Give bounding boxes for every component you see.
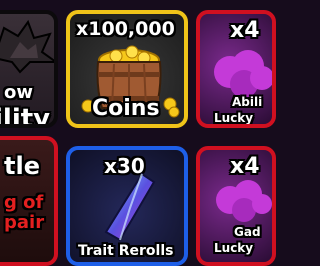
battle-tile[interactable]: tle g of pair: [0, 136, 58, 266]
ability-lucky-label-2: Lucky: [214, 111, 254, 125]
battle-subtitle-1: g of: [4, 192, 44, 213]
coins-label: Coins: [92, 96, 160, 121]
shadow-ability-title-2: ility: [0, 104, 51, 128]
gadget-lucky-label-2: Lucky: [214, 241, 254, 255]
battle-subtitle-2: pair: [4, 212, 45, 233]
bat-wing-icon: [0, 19, 54, 74]
trait-rerolls-tile[interactable]: x30 Trait Rerolls: [66, 146, 188, 266]
battle-title: tle: [4, 152, 40, 180]
coins-tile[interactable]: x100,000 Coins: [66, 10, 188, 128]
ability-lucky-tile[interactable]: x4 Abili Lucky: [196, 10, 276, 128]
ability-lucky-amount: x4: [230, 18, 260, 43]
shadow-ability-tile[interactable]: ow ility: [0, 10, 58, 128]
purple-blob-icon: [216, 180, 272, 222]
gadget-lucky-tile[interactable]: x4 Gad Lucky: [196, 146, 276, 266]
ability-lucky-label-1: Abili: [232, 95, 263, 109]
crystal-icon: [104, 172, 156, 242]
gadget-lucky-amount: x4: [230, 154, 260, 179]
coins-amount: x100,000: [76, 18, 175, 40]
shadow-ability-title-1: ow: [4, 82, 33, 103]
trait-rerolls-label: Trait Rerolls: [78, 243, 174, 259]
gadget-lucky-label-1: Gad: [234, 225, 261, 239]
